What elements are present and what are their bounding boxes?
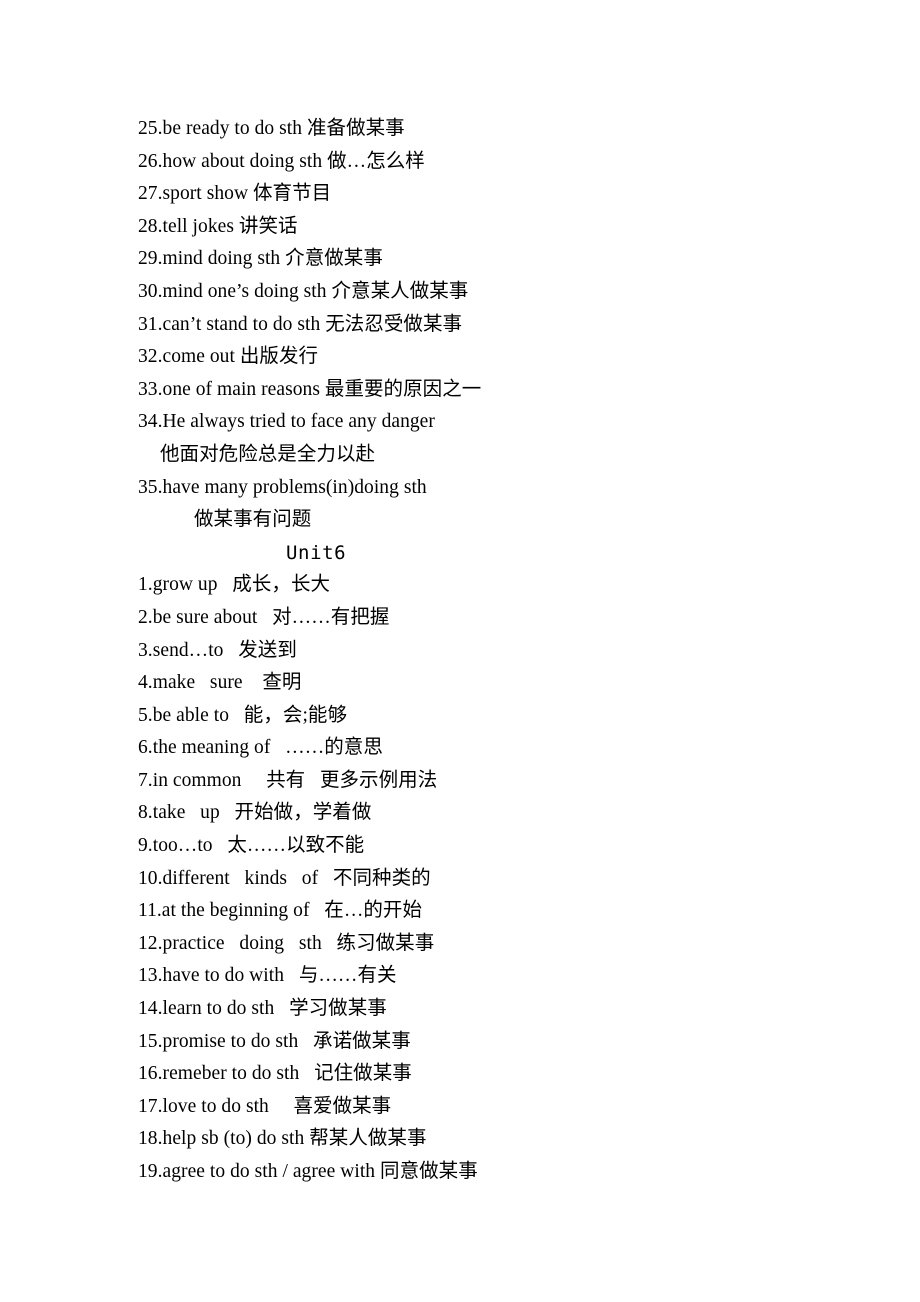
list-item: 6.the meaning of ……的意思 (138, 737, 383, 759)
list-item: 27.sport show 体育节目 (138, 183, 332, 205)
list-item: 28.tell jokes 讲笑话 (138, 215, 298, 237)
list-item: 31.can’t stand to do sth 无法忍受做某事 (138, 313, 463, 335)
list-item: 14.learn to do sth 学习做某事 (138, 998, 387, 1020)
list-item-continuation: 他面对危险总是全力以赴 (160, 443, 376, 465)
list-item-continuation: 做某事有问题 (194, 509, 312, 531)
list-item: 30.mind one’s doing sth 介意某人做某事 (138, 280, 469, 302)
list-item: 9.too…to 太……以致不能 (138, 835, 365, 857)
unit-heading: Unit6 (286, 541, 347, 564)
list-item: 25.be ready to do sth 准备做某事 (138, 118, 405, 139)
list-item: 1.grow up 成长，长大 (138, 574, 331, 596)
phrase-list-unit5-tail: 25.be ready to do sth 准备做某事 26.how about… (138, 113, 838, 537)
list-item: 29.mind doing sth 介意做某事 (138, 248, 383, 270)
list-item: 34.He always tried to face any danger (138, 411, 435, 433)
document-text-body: 25.be ready to do sth 准备做某事 26.how about… (138, 113, 838, 1189)
list-item: 15.promise to do sth 承诺做某事 (138, 1030, 411, 1052)
list-item: 13.have to do with 与……有关 (138, 965, 397, 987)
list-item: 32.come out 出版发行 (138, 346, 319, 368)
list-item: 18.help sb (to) do sth 帮某人做某事 (138, 1128, 427, 1150)
list-item: 35.have many problems(in)doing sth (138, 476, 427, 498)
list-item: 3.send…to 发送到 (138, 639, 297, 661)
list-item: 4.make sure 查明 (138, 672, 302, 694)
list-item: 2.be sure about 对……有把握 (138, 606, 390, 628)
list-item: 12.practice doing sth 练习做某事 (138, 932, 435, 954)
list-item: 7.in common 共有 更多示例用法 (138, 769, 438, 791)
list-item: 10.different kinds of 不同种类的 (138, 867, 431, 889)
list-item: 33.one of main reasons 最重要的原因之一 (138, 378, 482, 400)
document-page: 25.be ready to do sth 准备做某事 26.how about… (0, 0, 920, 1302)
list-item: 5.be able to 能，会;能够 (138, 704, 348, 726)
list-item: 8.take up 开始做，学着做 (138, 802, 372, 824)
list-item: 17.love to do sth 喜爱做某事 (138, 1095, 392, 1117)
list-item: 11.at the beginning of 在…的开始 (138, 900, 423, 922)
list-item: 19.agree to do sth / agree with 同意做某事 (138, 1161, 478, 1182)
phrase-list-unit6: 1.grow up 成长，长大 2.be sure about 对……有把握 3… (138, 569, 838, 1188)
list-item: 26.how about doing sth 做…怎么样 (138, 150, 425, 172)
list-item: 16.remeber to do sth 记住做某事 (138, 1063, 412, 1085)
